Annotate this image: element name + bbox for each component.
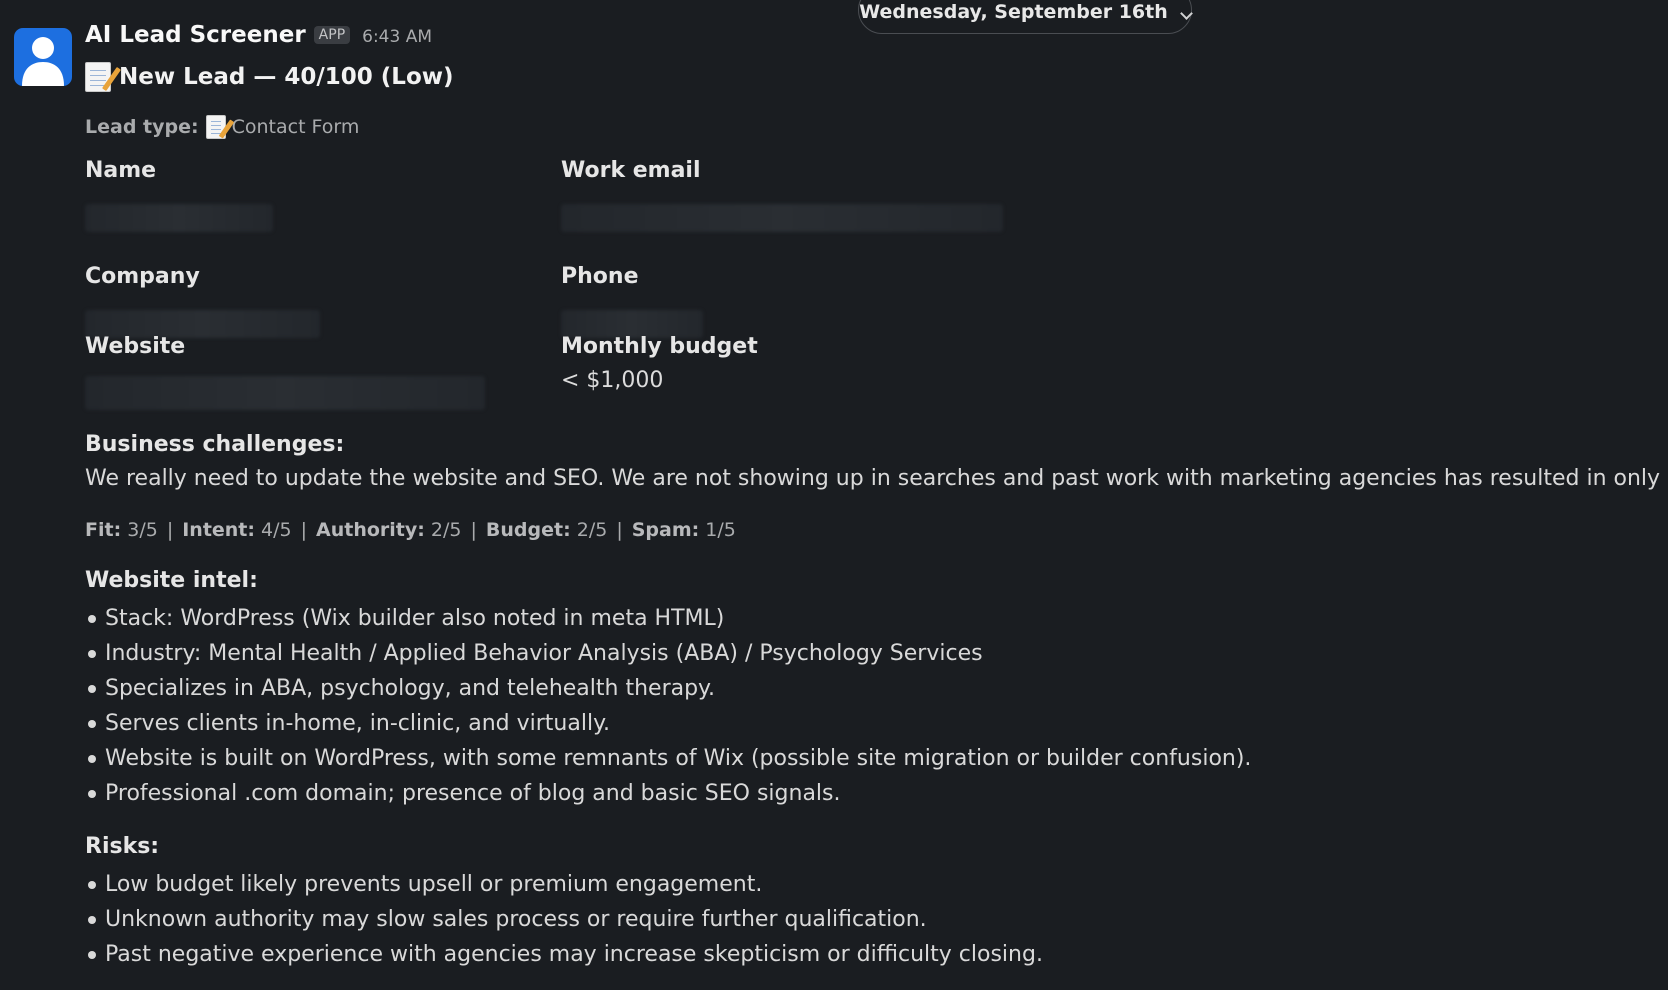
business-challenges-text: We really need to update the website and… (85, 466, 1668, 491)
website-label: Website (85, 334, 186, 359)
bullet-icon (88, 915, 96, 924)
website-intel-list: Stack: WordPress (Wix builder also noted… (85, 601, 1251, 811)
list-item-text: Unknown authority may slow sales process… (105, 907, 927, 932)
redacted-name (85, 204, 273, 232)
bullet-icon (88, 880, 96, 889)
list-item-text: Serves clients in-home, in-clinic, and v… (105, 711, 610, 736)
redacted-website (85, 376, 485, 410)
memo-icon (205, 115, 226, 139)
spam-score-label: Spam: (631, 519, 700, 541)
lead-type-value: Contact Form (231, 116, 360, 138)
lead-type-label: Lead type: (85, 116, 199, 138)
risks-list: Low budget likely prevents upsell or pre… (85, 867, 1043, 972)
redacted-work-email (561, 204, 1003, 232)
intent-score-value: 4/5 (261, 519, 292, 541)
list-item: Unknown authority may slow sales process… (85, 902, 1043, 937)
date-divider-button[interactable]: Wednesday, September 16th (858, 0, 1193, 34)
slack-channel-view: Wednesday, September 16th AI Lead Screen… (0, 0, 1668, 990)
memo-icon (85, 62, 111, 92)
intent-score-label: Intent: (182, 519, 255, 541)
list-item: Website is built on WordPress, with some… (85, 741, 1251, 776)
app-badge: APP (313, 26, 351, 44)
risks-title: Risks: (85, 834, 160, 859)
bullet-icon (88, 754, 96, 763)
list-item: Stack: WordPress (Wix builder also noted… (85, 601, 1251, 636)
monthly-budget-label: Monthly budget (561, 334, 758, 359)
score-summary: Fit: 3/5 | Intent: 4/5 | Authority: 2/5 | Budg… (85, 519, 736, 541)
score-separator: | (616, 519, 623, 541)
lead-type: Lead type: Contact Form (85, 115, 359, 139)
list-item: Past negative experience with agencies m… (85, 937, 1043, 972)
bullet-icon (88, 649, 96, 658)
chevron-down-icon (1179, 7, 1193, 20)
list-item-text: Specializes in ABA, psychology, and tele… (105, 676, 715, 701)
bot-avatar[interactable] (14, 28, 72, 86)
sender-name[interactable]: AI Lead Screener (85, 22, 306, 48)
business-challenges-title: Business challenges: (85, 432, 345, 457)
list-item-text: Past negative experience with agencies m… (105, 942, 1043, 967)
list-item-text: Industry: Mental Health / Applied Behavi… (105, 641, 983, 666)
company-label: Company (85, 264, 200, 289)
budget-score-value: 2/5 (576, 519, 608, 541)
fit-score-label: Fit: (85, 519, 122, 541)
message-timestamp[interactable]: 6:43 AM (362, 27, 432, 47)
score-separator: | (470, 519, 477, 541)
list-item-text: Stack: WordPress (Wix builder also noted… (105, 606, 725, 631)
list-item: Industry: Mental Health / Applied Behavi… (85, 636, 1251, 671)
name-label: Name (85, 158, 157, 183)
bullet-icon (88, 684, 96, 693)
monthly-budget-value: < $1,000 (561, 368, 664, 393)
list-item: Low budget likely prevents upsell or pre… (85, 867, 1043, 902)
score-separator: | (166, 519, 174, 541)
bullet-icon (88, 719, 96, 728)
fit-score-value: 3/5 (127, 519, 158, 541)
date-divider-label: Wednesday, September 16th (859, 1, 1168, 23)
message-header: AI Lead Screener APP 6:43 AM (85, 22, 432, 48)
list-item: Serves clients in-home, in-clinic, and v… (85, 706, 1251, 741)
authority-score-value: 2/5 (430, 519, 462, 541)
score-separator: | (300, 519, 308, 541)
lead-title: New Lead — 40/100 (Low) (119, 64, 454, 90)
user-silhouette-icon (22, 37, 64, 86)
bullet-icon (88, 614, 96, 623)
bullet-icon (88, 789, 96, 798)
phone-label: Phone (561, 264, 639, 289)
spam-score-value: 1/5 (705, 519, 736, 541)
list-item: Professional .com domain; presence of bl… (85, 776, 1251, 811)
message-title: New Lead — 40/100 (Low) (85, 62, 454, 92)
website-intel-title: Website intel: (85, 568, 258, 593)
budget-score-label: Budget: (485, 519, 571, 541)
list-item-text: Low budget likely prevents upsell or pre… (105, 872, 763, 897)
list-item: Specializes in ABA, psychology, and tele… (85, 671, 1251, 706)
list-item-text: Professional .com domain; presence of bl… (105, 781, 841, 806)
list-item-text: Website is built on WordPress, with some… (105, 746, 1252, 771)
authority-score-label: Authority: (316, 519, 425, 541)
work-email-label: Work email (561, 158, 701, 183)
bullet-icon (88, 950, 96, 959)
